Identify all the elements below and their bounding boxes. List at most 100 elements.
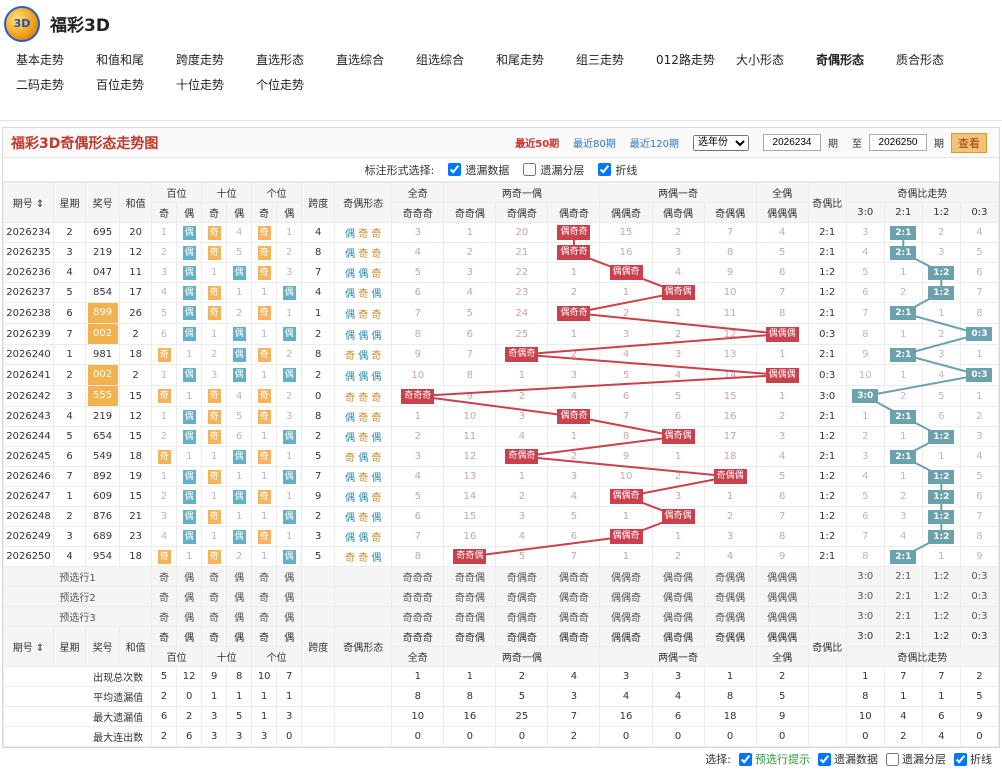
preselect-ratio[interactable]: 1:2 bbox=[921, 566, 961, 587]
preselect-combo[interactable]: 奇偶偶 bbox=[703, 606, 757, 627]
preselect-row[interactable]: 预选行3 奇偶奇偶奇偶奇奇奇 奇奇偶 奇偶奇 偶奇奇 偶偶奇 偶奇偶 奇偶偶 偶偶偶 3:0 2:1… bbox=[2, 606, 1000, 627]
presel-hint-option[interactable]: 预选行提示 bbox=[739, 751, 810, 767]
preselect-odd[interactable]: 奇 bbox=[201, 606, 228, 627]
preselect-combo[interactable]: 偶偶奇 bbox=[599, 586, 653, 607]
nav-row1-item-2[interactable]: 跨度走势 bbox=[164, 51, 244, 68]
preselect-odd[interactable]: 奇 bbox=[251, 566, 278, 587]
nav-row2-item-2[interactable]: 十位走势 bbox=[164, 76, 244, 93]
preselect-even[interactable]: 偶 bbox=[226, 586, 253, 607]
preselect-odd[interactable]: 奇 bbox=[251, 586, 278, 607]
nav-row1-item-9[interactable]: 大小形态 bbox=[724, 51, 804, 68]
preselect-odd[interactable]: 奇 bbox=[151, 606, 178, 627]
recent-120-link[interactable]: 最近120期 bbox=[630, 135, 679, 150]
nav-row2-item-0[interactable]: 二码走势 bbox=[4, 76, 84, 93]
recent-80-link[interactable]: 最近80期 bbox=[573, 135, 616, 150]
preselect-even[interactable]: 偶 bbox=[176, 586, 203, 607]
nav-row1-item-0[interactable]: 基本走势 bbox=[4, 51, 84, 68]
preselect-ratio[interactable]: 0:3 bbox=[959, 566, 1000, 587]
preselect-combo[interactable]: 偶奇偶 bbox=[651, 566, 705, 587]
nav-row1-item-3[interactable]: 直选形态 bbox=[244, 51, 324, 68]
footer-missing-checkbox[interactable] bbox=[818, 752, 831, 766]
preselect-ratio[interactable]: 2:1 bbox=[883, 586, 923, 607]
presel-hint-checkbox[interactable] bbox=[739, 752, 752, 766]
stats-blank bbox=[807, 726, 847, 747]
preselect-ratio[interactable]: 2:1 bbox=[883, 566, 923, 587]
preselect-even[interactable]: 偶 bbox=[226, 566, 253, 587]
nav-row1-item-4[interactable]: 直选综合 bbox=[324, 51, 404, 68]
preselect-row[interactable]: 预选行2 奇偶奇偶奇偶奇奇奇 奇奇偶 奇偶奇 偶奇奇 偶偶奇 偶奇偶 奇偶偶 偶偶偶 3:0 2:1… bbox=[2, 586, 1000, 607]
preselect-combo[interactable]: 偶奇偶 bbox=[651, 586, 705, 607]
preselect-row[interactable]: 预选行1 奇偶奇偶奇偶奇奇奇 奇奇偶 奇偶奇 偶奇奇 偶偶奇 偶奇偶 奇偶偶 偶偶偶 3:0 2:1… bbox=[2, 566, 1000, 587]
footer-polyline-checkbox[interactable] bbox=[954, 752, 967, 766]
footer-polyline-option[interactable]: 折线 bbox=[954, 751, 992, 767]
nav-row1-item-7[interactable]: 组三走势 bbox=[564, 51, 644, 68]
preselect-ratio[interactable]: 2:1 bbox=[883, 606, 923, 627]
year-select[interactable]: 选年份 bbox=[693, 134, 749, 151]
nav-row1-item-6[interactable]: 和尾走势 bbox=[484, 51, 564, 68]
preselect-odd[interactable]: 奇 bbox=[201, 586, 228, 607]
preselect-combo[interactable]: 奇偶奇 bbox=[495, 566, 549, 587]
from-period-input[interactable] bbox=[763, 134, 821, 151]
cell-text: 954 bbox=[93, 551, 113, 562]
nav-row1-item-8[interactable]: 012路走势 bbox=[644, 51, 724, 68]
preselect-ratio[interactable]: 3:0 bbox=[845, 586, 885, 607]
nav-row1-item-10[interactable]: 奇偶形态 bbox=[804, 51, 884, 68]
preselect-combo[interactable]: 奇奇奇 bbox=[391, 606, 445, 627]
missing-value: 1 bbox=[518, 471, 526, 482]
preselect-ratio[interactable]: 0:3 bbox=[959, 586, 1000, 607]
preselect-even[interactable]: 偶 bbox=[176, 566, 203, 587]
preselect-combo[interactable]: 奇奇偶 bbox=[443, 606, 497, 627]
preselect-combo[interactable]: 奇奇奇 bbox=[391, 566, 445, 587]
preselect-combo[interactable]: 偶偶奇 bbox=[599, 566, 653, 587]
preselect-combo[interactable]: 偶偶偶 bbox=[755, 606, 809, 627]
footer-layer-option[interactable]: 遗漏分层 bbox=[886, 751, 946, 767]
preselect-ratio[interactable]: 3:0 bbox=[845, 606, 885, 627]
show-missing-option[interactable]: 遗漏数据 bbox=[448, 162, 509, 178]
combo-cell: 9 bbox=[755, 546, 809, 567]
preselect-combo[interactable]: 偶偶奇 bbox=[599, 606, 653, 627]
footer-layer-checkbox[interactable] bbox=[886, 752, 899, 766]
preselect-combo[interactable]: 奇奇奇 bbox=[391, 586, 445, 607]
preselect-combo[interactable]: 偶奇偶 bbox=[651, 606, 705, 627]
preselect-combo[interactable]: 偶奇奇 bbox=[547, 566, 601, 587]
preselect-ratio[interactable]: 0:3 bbox=[959, 606, 1000, 627]
preselect-combo[interactable]: 偶奇奇 bbox=[547, 606, 601, 627]
preselect-combo[interactable]: 奇偶偶 bbox=[703, 566, 757, 587]
nav-row1-item-1[interactable]: 和值和尾 bbox=[84, 51, 164, 68]
preselect-ratio[interactable]: 1:2 bbox=[921, 586, 961, 607]
period-sort-header[interactable]: 期号 ⇕ bbox=[2, 626, 55, 667]
preselect-combo[interactable]: 偶偶偶 bbox=[755, 566, 809, 587]
missing-layer-option[interactable]: 遗漏分层 bbox=[523, 162, 584, 178]
preselect-combo[interactable]: 奇偶偶 bbox=[703, 586, 757, 607]
preselect-odd[interactable]: 奇 bbox=[151, 586, 178, 607]
preselect-odd[interactable]: 奇 bbox=[251, 606, 278, 627]
preselect-even[interactable]: 偶 bbox=[226, 606, 253, 627]
preselect-combo[interactable]: 偶奇奇 bbox=[547, 586, 601, 607]
polyline-option[interactable]: 折线 bbox=[598, 162, 637, 178]
preselect-combo[interactable]: 偶偶偶 bbox=[755, 586, 809, 607]
preselect-combo[interactable]: 奇偶奇 bbox=[495, 606, 549, 627]
preselect-odd[interactable]: 奇 bbox=[151, 566, 178, 587]
preselect-combo[interactable]: 奇奇偶 bbox=[443, 586, 497, 607]
preselect-combo[interactable]: 奇奇偶 bbox=[443, 566, 497, 587]
query-button[interactable]: 查看 bbox=[951, 132, 987, 153]
polyline-checkbox[interactable] bbox=[598, 163, 612, 176]
preselect-ratio[interactable]: 1:2 bbox=[921, 606, 961, 627]
to-period-input[interactable] bbox=[869, 134, 927, 151]
preselect-odd[interactable]: 奇 bbox=[201, 566, 228, 587]
preselect-ratio[interactable]: 3:0 bbox=[845, 566, 885, 587]
nav-row2-item-3[interactable]: 个位走势 bbox=[244, 76, 324, 93]
missing-layer-checkbox[interactable] bbox=[523, 163, 537, 176]
nav-row1-item-11[interactable]: 质合形态 bbox=[884, 51, 964, 68]
footer-missing-option[interactable]: 遗漏数据 bbox=[818, 751, 878, 767]
nav-row1-item-5[interactable]: 组选综合 bbox=[404, 51, 484, 68]
preselect-combo[interactable]: 奇偶奇 bbox=[495, 586, 549, 607]
period-sort-header[interactable]: 期号 ⇕ bbox=[2, 182, 55, 223]
nav-row2-item-1[interactable]: 百位走势 bbox=[84, 76, 164, 93]
recent-50-link[interactable]: 最近50期 bbox=[515, 135, 559, 150]
show-missing-checkbox[interactable] bbox=[448, 163, 462, 176]
preselect-even[interactable]: 偶 bbox=[176, 606, 203, 627]
preselect-even[interactable]: 偶 bbox=[276, 586, 303, 607]
preselect-even[interactable]: 偶 bbox=[276, 606, 303, 627]
preselect-even[interactable]: 偶 bbox=[276, 566, 303, 587]
